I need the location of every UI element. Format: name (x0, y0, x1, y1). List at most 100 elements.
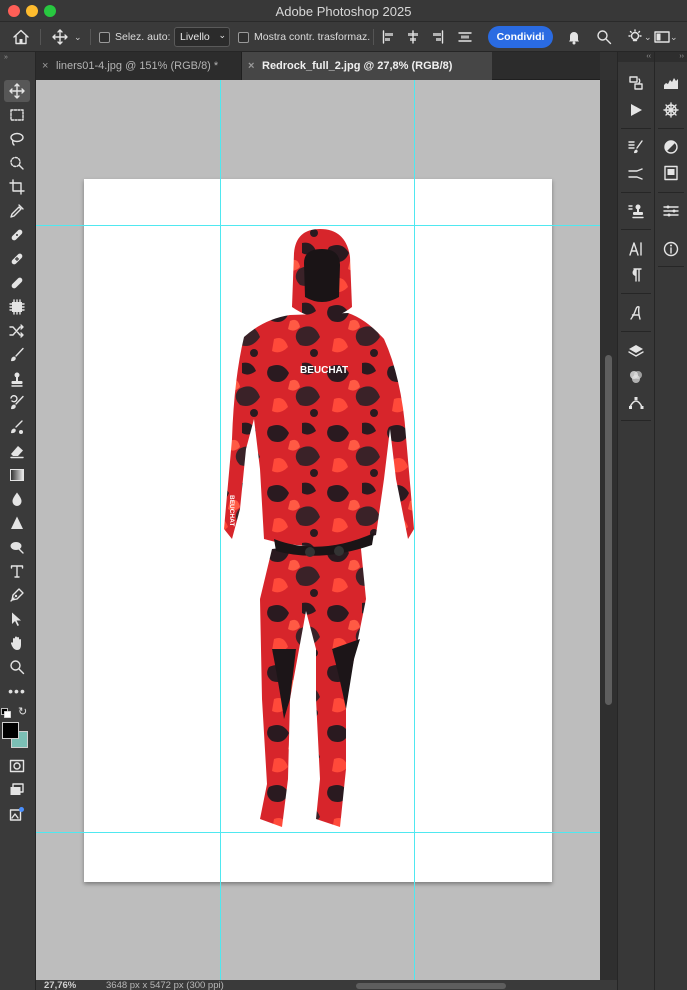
eyedropper-tool[interactable] (4, 200, 30, 222)
search-button[interactable] (596, 22, 612, 52)
blur-tool[interactable] (4, 488, 30, 510)
discover-button[interactable]: ⌄ (626, 22, 652, 52)
guide-vertical[interactable] (414, 80, 415, 980)
libraries-icon (664, 165, 678, 181)
spot-healing-tool[interactable] (4, 224, 30, 246)
swap-colors-button[interactable]: ↻ (18, 707, 29, 718)
panel-dock-collapse[interactable]: ‹‹ (618, 52, 654, 62)
document-size-info[interactable]: 3648 px x 5472 px (300 ppi) (106, 980, 224, 990)
status-bar: 27,76% 3648 px x 5472 px (300 ppi) (36, 980, 617, 990)
zoom-tool[interactable] (4, 656, 30, 678)
quick-select-tool[interactable] (4, 152, 30, 174)
artboard-generate-button[interactable] (4, 803, 30, 825)
layers-panel-button[interactable] (625, 340, 647, 362)
glyphs-panel-button[interactable] (625, 302, 647, 324)
info-panel-button[interactable] (660, 238, 682, 260)
history-panel-button[interactable] (625, 72, 647, 94)
brand-logo-sleeve: BEUCHAT (228, 495, 235, 526)
screen-mode-button[interactable] (4, 779, 30, 801)
tab-liners01[interactable]: × liners01-4.jpg @ 151% (RGB/8) * (36, 52, 242, 80)
guide-horizontal[interactable] (36, 832, 600, 833)
paths-panel-button[interactable] (625, 392, 647, 414)
sharpen-tool[interactable] (4, 512, 30, 534)
zoom-level-field[interactable]: 27,76% (44, 980, 76, 990)
align-left-icon (382, 30, 393, 44)
quick-mask-icon (9, 759, 25, 773)
character-panel-button[interactable] (625, 238, 647, 260)
collapse-toolbar-icon[interactable]: » (4, 54, 8, 61)
type-tool[interactable] (4, 560, 30, 582)
move-tool[interactable] (4, 80, 30, 102)
crop-tool[interactable] (4, 176, 30, 198)
gradient-tool[interactable] (4, 464, 30, 486)
align-right-button[interactable] (430, 22, 444, 52)
move-tool-preset[interactable]: ⌄ (52, 22, 82, 52)
align-left-button[interactable] (382, 22, 396, 52)
patch-tool[interactable] (4, 272, 30, 294)
lasso-tool[interactable] (4, 128, 30, 150)
history-brush-tool[interactable] (4, 392, 30, 414)
horizontal-scroll-thumb[interactable] (356, 983, 506, 989)
guide-horizontal[interactable] (36, 225, 600, 226)
actions-panel-button[interactable] (625, 99, 647, 121)
chevron-down-icon: ⌄ (670, 31, 678, 42)
brush-tool[interactable] (4, 344, 30, 366)
canvas-area[interactable]: BEUCHAT BEUCHAT (36, 80, 600, 980)
auto-select-check[interactable] (99, 31, 110, 43)
type-icon (10, 565, 24, 578)
red-eye-tool[interactable] (4, 320, 30, 342)
gradient-icon (10, 469, 24, 481)
eraser-tool[interactable] (4, 440, 30, 462)
brushes-panel-button[interactable] (625, 163, 647, 185)
dodge-tool[interactable] (4, 536, 30, 558)
document-canvas[interactable]: BEUCHAT BEUCHAT (84, 179, 552, 882)
guide-vertical[interactable] (220, 80, 221, 980)
properties-panel-button[interactable] (660, 200, 682, 222)
home-icon (13, 29, 29, 45)
more-tools-button[interactable]: ••• (4, 680, 30, 702)
histogram-panel-button[interactable] (660, 72, 682, 94)
foreground-color-swatch[interactable] (2, 722, 19, 739)
mixer-brush-tool[interactable] (4, 416, 30, 438)
share-button[interactable]: Condividi (488, 26, 553, 48)
vertical-scrollbar[interactable] (600, 80, 617, 980)
panel-dock-collapse[interactable]: ›› (655, 52, 687, 62)
close-tab-icon[interactable]: × (248, 52, 254, 80)
show-transform-check[interactable] (238, 31, 249, 43)
channels-panel-button[interactable] (625, 366, 647, 388)
auto-select-target-dropdown[interactable]: Livello ⌄ (174, 27, 230, 47)
libraries-panel-button[interactable] (660, 162, 682, 184)
pen-tool[interactable] (4, 584, 30, 606)
hand-tool[interactable] (4, 632, 30, 654)
default-colors-button[interactable] (1, 707, 11, 718)
vertical-scroll-thumb[interactable] (605, 355, 612, 705)
align-center-button[interactable] (406, 22, 420, 52)
panel-dock-1: ‹‹ (617, 52, 654, 990)
content-aware-move-tool[interactable] (4, 296, 30, 318)
quick-mask-button[interactable] (4, 755, 30, 777)
home-button[interactable] (12, 22, 30, 52)
distribute-button[interactable] (458, 22, 472, 52)
quick-select-icon (10, 156, 24, 170)
path-selection-tool[interactable] (4, 608, 30, 630)
tab-redrock-full[interactable]: × Redrock_full_2.jpg @ 27,8% (RGB/8) (242, 52, 492, 80)
clone-stamp-tool[interactable] (4, 368, 30, 390)
shuffle-icon (9, 324, 24, 338)
zoom-icon (10, 660, 25, 675)
character-icon (629, 242, 642, 256)
auto-select-checkbox[interactable]: Selez. auto: (99, 22, 170, 52)
workspace-button[interactable]: ⌄ (654, 22, 678, 52)
show-transform-controls-checkbox[interactable]: Mostra contr. trasformaz. (238, 22, 370, 52)
paragraph-panel-button[interactable] (625, 264, 647, 286)
brush-settings-panel-button[interactable] (625, 136, 647, 158)
clone-source-panel-button[interactable] (625, 200, 647, 222)
close-tab-icon[interactable]: × (42, 52, 48, 80)
healing-brush-icon (11, 253, 23, 265)
notifications-button[interactable] (566, 22, 582, 52)
rectangle-marquee-icon (10, 109, 24, 121)
adjustments-panel-button[interactable] (660, 136, 682, 158)
marquee-tool[interactable] (4, 104, 30, 126)
healing-brush-tool[interactable] (4, 248, 30, 270)
wetsuit-image: BEUCHAT BEUCHAT (224, 229, 414, 827)
navigator-panel-button[interactable] (660, 99, 682, 121)
